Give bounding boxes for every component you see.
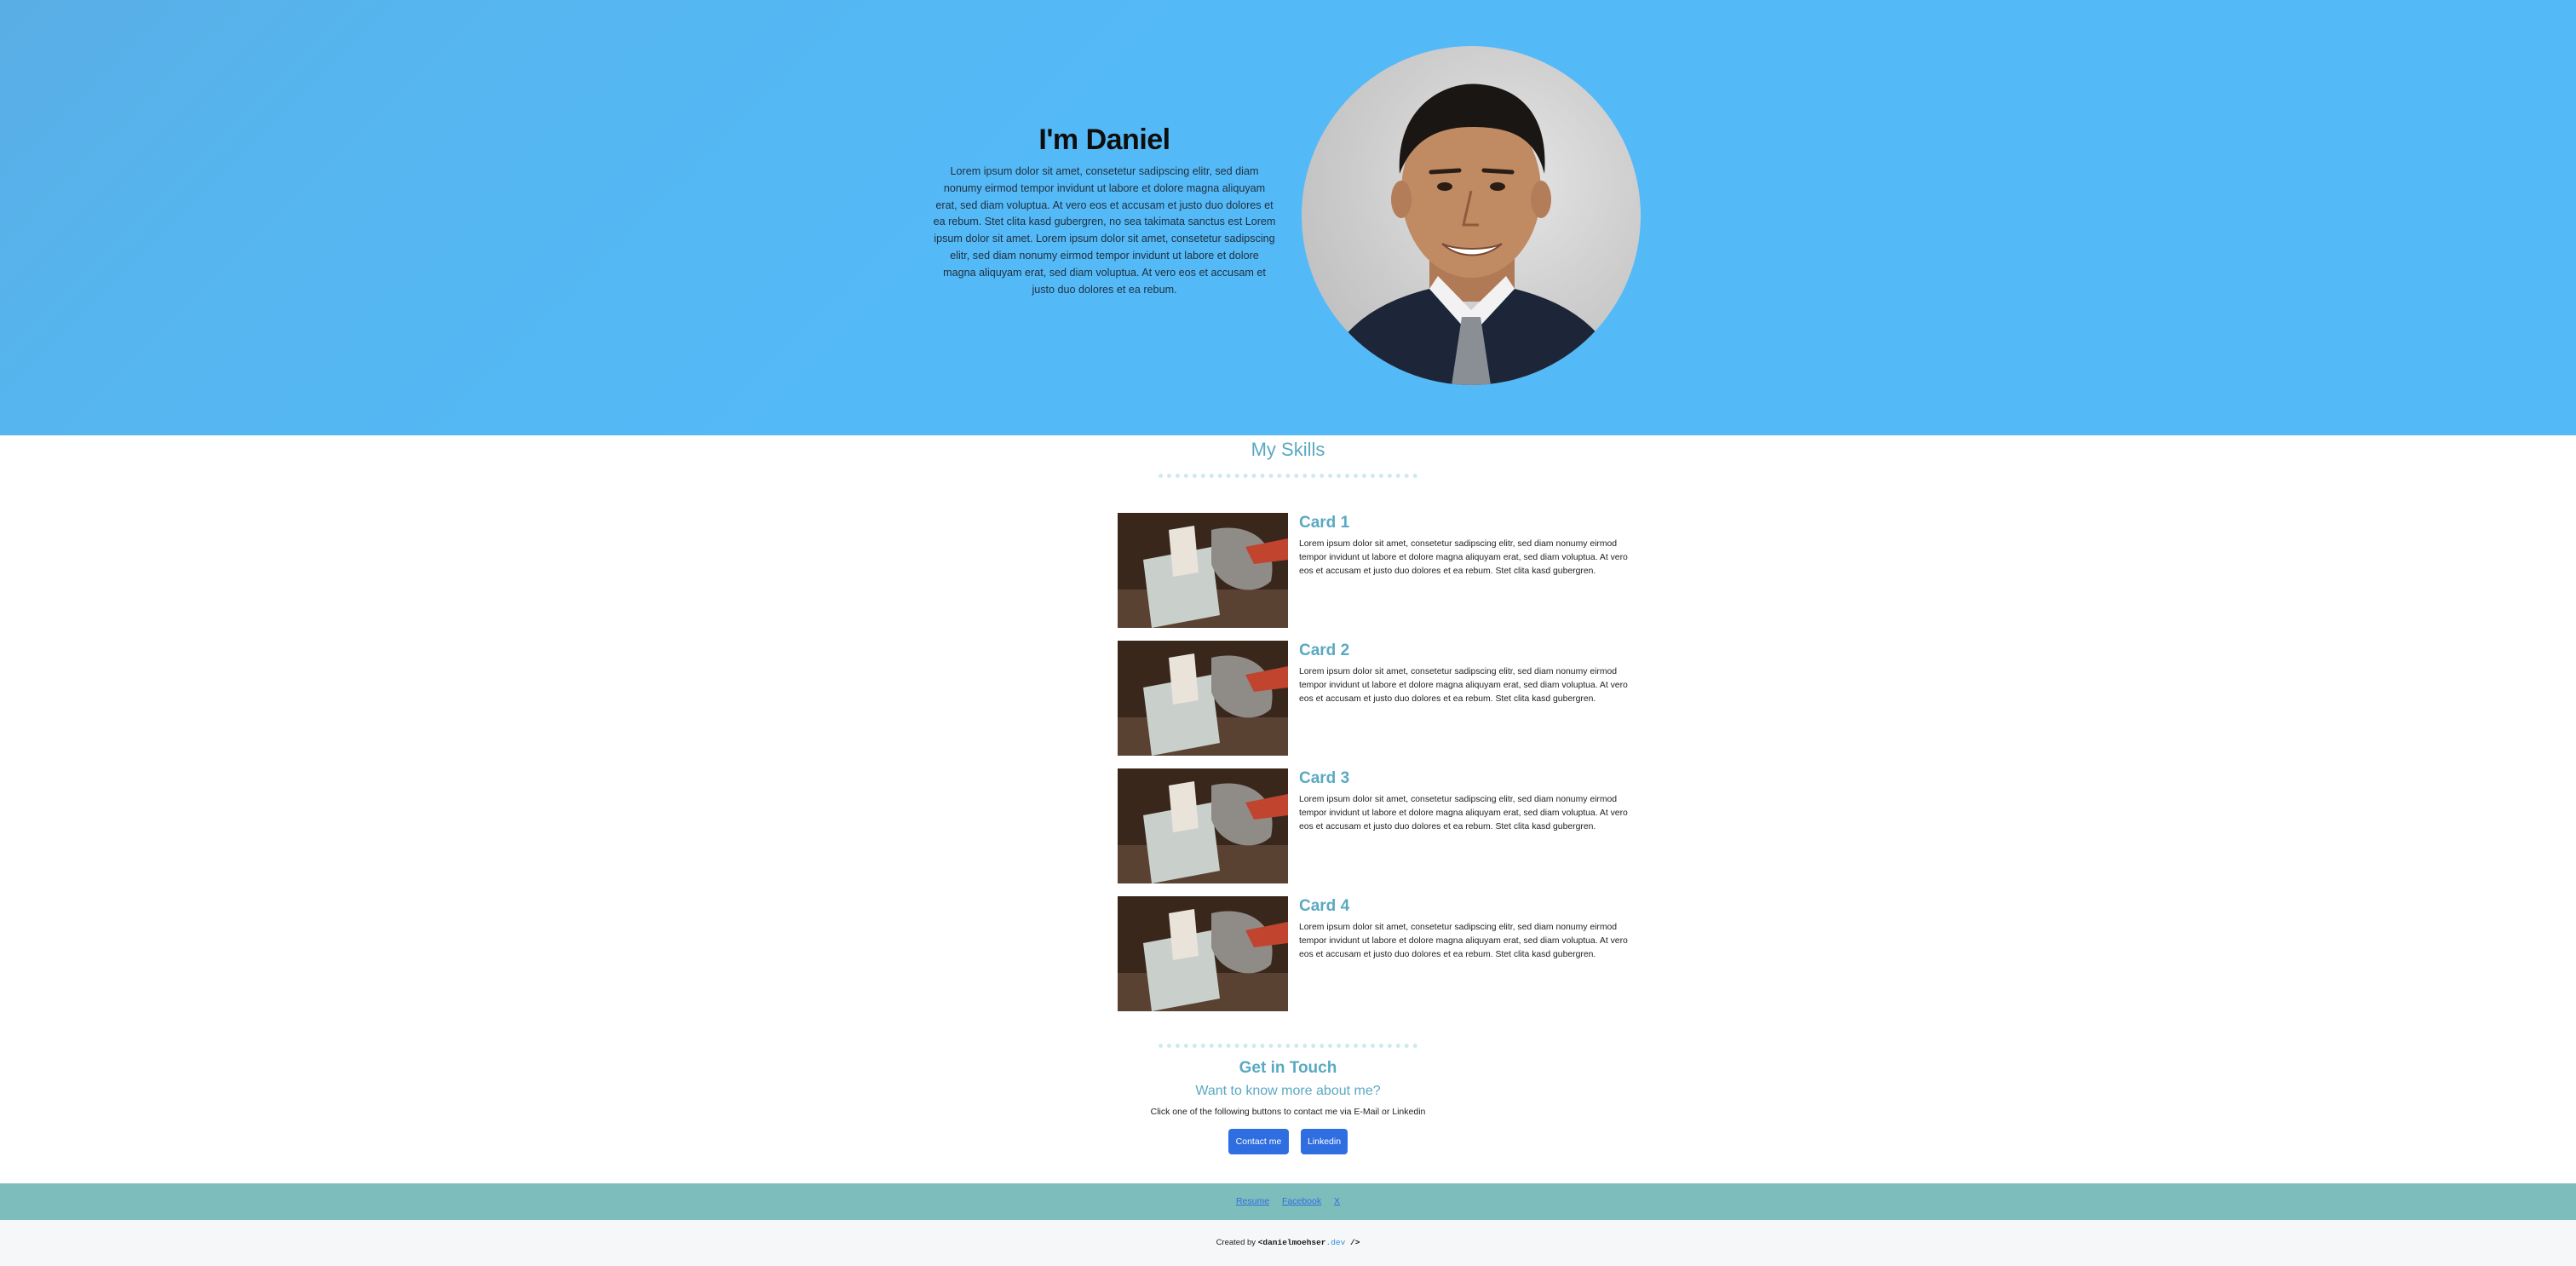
- card-text: Lorem ipsum dolor sit amet, consetetur s…: [1299, 539, 1628, 576]
- footer-links-bar: Resume Facebook X: [0, 1183, 2576, 1220]
- profile-photo: [1302, 46, 1641, 385]
- card-image: [1118, 513, 1288, 628]
- skill-card: Card 3 Lorem ipsum dolor sit amet, conse…: [1118, 768, 1639, 883]
- skill-card: Card 2 Lorem ipsum dolor sit amet, conse…: [1118, 641, 1639, 756]
- card-image: [1118, 768, 1288, 883]
- hero-title: I'm Daniel: [1038, 124, 1170, 156]
- skill-card: Card 1 Lorem ipsum dolor sit amet, conse…: [1118, 513, 1639, 628]
- hero-description: Lorem ipsum dolor sit amet, consetetur s…: [933, 165, 1276, 296]
- card-image: [1118, 896, 1288, 1011]
- credit-line: Created by <danielmoehser.dev />: [0, 1237, 2576, 1249]
- card-text: Lorem ipsum dolor sit amet, consetetur s…: [1299, 667, 1628, 704]
- credit-close-bracket: />: [1345, 1238, 1360, 1247]
- card-title: Card 1: [1299, 514, 1350, 532]
- footer-link-facebook[interactable]: Facebook: [1282, 1196, 1321, 1206]
- hero-section: I'm Daniel Lorem ipsum dolor sit amet, c…: [0, 0, 2576, 435]
- card-image: [1118, 641, 1288, 756]
- skill-card: Card 4 Lorem ipsum dolor sit amet, conse…: [1118, 896, 1639, 1011]
- card-title: Card 4: [1299, 897, 1350, 915]
- credit-domain: .dev: [1325, 1238, 1346, 1247]
- linkedin-button[interactable]: Linkedin: [1301, 1129, 1348, 1154]
- card-text: Lorem ipsum dolor sit amet, consetetur s…: [1299, 923, 1628, 959]
- skills-heading: My Skills: [1251, 439, 1325, 460]
- section-divider: [1159, 1044, 1417, 1048]
- section-divider: [1159, 474, 1417, 478]
- credit-bar: Created by <danielmoehser.dev />: [0, 1220, 2576, 1266]
- footer-link-resume[interactable]: Resume: [1236, 1196, 1269, 1206]
- card-title: Card 2: [1299, 642, 1350, 659]
- credit-name: danielmoehser: [1262, 1238, 1326, 1247]
- contact-subtitle: Want to know more about me?: [1195, 1084, 1381, 1098]
- credit-prefix: Created by: [1216, 1238, 1258, 1247]
- contact-heading: Get in Touch: [1239, 1059, 1337, 1077]
- card-title: Card 3: [1299, 769, 1350, 787]
- contact-note: Click one of the following buttons to co…: [1150, 1107, 1426, 1117]
- footer-link-x[interactable]: X: [1334, 1196, 1340, 1206]
- footer-links: Resume Facebook X: [0, 1195, 2576, 1208]
- contact-me-button[interactable]: Contact me: [1228, 1129, 1289, 1154]
- hero-text: I'm Daniel Lorem ipsum dolor sit amet, c…: [933, 121, 1276, 298]
- card-text: Lorem ipsum dolor sit amet, consetetur s…: [1299, 795, 1628, 832]
- profile-photo-illustration: [1319, 83, 1625, 385]
